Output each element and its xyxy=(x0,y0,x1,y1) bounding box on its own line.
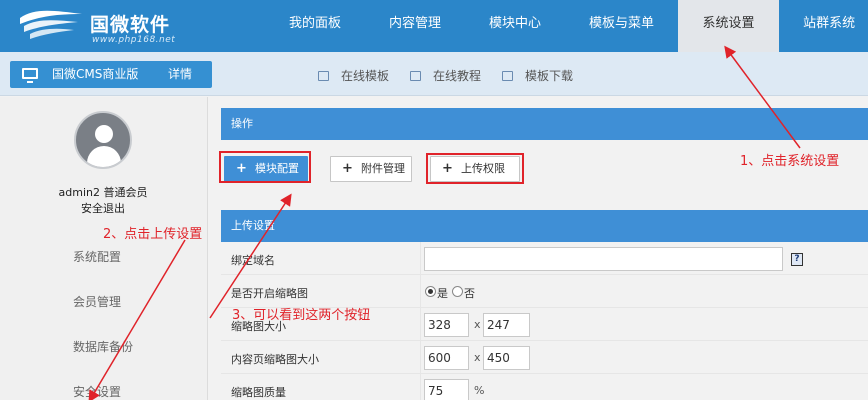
user-name: admin2 普通会员 xyxy=(58,186,148,199)
thumb-width-input[interactable] xyxy=(424,313,469,337)
download-icon xyxy=(502,70,514,81)
top-navbar: 国微软件 www.php168.net 我的面板 内容管理 模块中心 模板与菜单… xyxy=(0,0,868,52)
brand-url: www.php168.net xyxy=(92,35,176,45)
nav-content-manage[interactable]: 内容管理 xyxy=(365,0,465,52)
quicklink-template-download[interactable]: 模板下载 xyxy=(502,67,573,84)
column-divider xyxy=(420,275,421,308)
ops-panel-title: 操作 xyxy=(221,108,868,140)
annotation-step3: 3、可以看到这两个按钮 xyxy=(232,308,371,323)
monitor-icon xyxy=(22,68,38,83)
sidebar-item-system-config[interactable]: 系统配置 xyxy=(73,248,121,265)
nav-my-panel[interactable]: 我的面板 xyxy=(265,0,365,52)
radio-yes[interactable] xyxy=(425,286,436,297)
form-row-quality: 缩略图质量 % xyxy=(221,374,868,400)
radio-no[interactable] xyxy=(452,286,463,297)
highlight-box xyxy=(219,151,311,183)
column-divider xyxy=(420,341,421,374)
attachment-manage-button[interactable]: + 附件管理 xyxy=(330,156,412,182)
user-body-icon xyxy=(87,146,121,167)
book-icon xyxy=(410,70,422,81)
product-badge: 国微CMS商业版 详情>> xyxy=(10,61,212,108)
sidebar-item-security[interactable]: 安全设置 xyxy=(73,383,121,400)
sidebar-item-member-manage[interactable]: 会员管理 xyxy=(73,293,121,310)
column-divider xyxy=(420,374,421,400)
content-thumb-height-input[interactable] xyxy=(483,346,530,370)
content-thumb-label: 内容页缩略图大小 xyxy=(231,353,319,366)
plus-icon: + xyxy=(342,161,353,176)
monitor-icon xyxy=(318,70,329,81)
button-label: 附件管理 xyxy=(361,162,405,175)
column-divider xyxy=(420,308,421,341)
form-row-content-thumb: 内容页缩略图大小 x xyxy=(221,341,868,374)
nav-site-group[interactable]: 站群系统 xyxy=(779,0,868,52)
content-thumb-width-input[interactable] xyxy=(424,346,469,370)
highlight-box xyxy=(426,153,524,184)
annotation-step1: 1、点击系统设置 xyxy=(740,154,840,169)
domain-label: 绑定域名 xyxy=(231,254,275,267)
sub-toolbar: 国微CMS商业版 详情>> 在线模板 在线教程 模板下载 xyxy=(0,52,868,108)
radio-no-label: 否 xyxy=(464,287,475,300)
avatar xyxy=(74,111,132,169)
logout-link[interactable]: 安全退出 xyxy=(0,200,206,216)
main-nav: 我的面板 内容管理 模块中心 模板与菜单 系统设置 站群系统 xyxy=(265,0,868,52)
quicklink-label: 模板下载 xyxy=(525,69,574,83)
sidebar-item-db-backup[interactable]: 数据库备份 xyxy=(73,338,133,355)
logo-wave-icon xyxy=(20,10,82,39)
upload-settings-title[interactable]: 上传设置 xyxy=(221,210,868,242)
quality-label: 缩略图质量 xyxy=(231,386,286,399)
sidebar: admin2 普通会员 安全退出 系统配置 会员管理 数据库备份 安全设置 xyxy=(0,97,208,400)
brand-title: 国微软件 xyxy=(90,14,171,36)
percent-sign: % xyxy=(474,384,485,397)
help-icon[interactable]: ? xyxy=(791,253,803,266)
column-divider xyxy=(420,242,421,275)
annotation-step2: 2、点击上传设置 xyxy=(103,227,203,242)
quick-links: 在线模板 在线教程 模板下载 xyxy=(318,67,594,84)
nav-templates-menu[interactable]: 模板与菜单 xyxy=(565,0,678,52)
form-row-domain: 绑定域名 ? xyxy=(221,242,868,275)
nav-module-center[interactable]: 模块中心 xyxy=(465,0,565,52)
domain-input[interactable] xyxy=(424,247,783,271)
radio-yes-label: 是 xyxy=(437,287,448,300)
user-head-icon xyxy=(95,125,113,143)
times-sign: x xyxy=(474,351,481,364)
quicklink-label: 在线教程 xyxy=(433,69,482,83)
quicklink-online-templates[interactable]: 在线模板 xyxy=(318,67,389,84)
quality-input[interactable] xyxy=(424,379,469,400)
quicklink-online-tutorials[interactable]: 在线教程 xyxy=(410,67,481,84)
thumb-height-input[interactable] xyxy=(483,313,530,337)
thumb-enable-label: 是否开启缩略图 xyxy=(231,287,308,300)
product-name: 国微CMS商业版 xyxy=(52,67,139,81)
nav-system-settings[interactable]: 系统设置 xyxy=(678,0,780,52)
quicklink-label: 在线模板 xyxy=(341,69,390,83)
times-sign: x xyxy=(474,318,481,331)
logo[interactable]: 国微软件 www.php168.net xyxy=(18,6,198,48)
